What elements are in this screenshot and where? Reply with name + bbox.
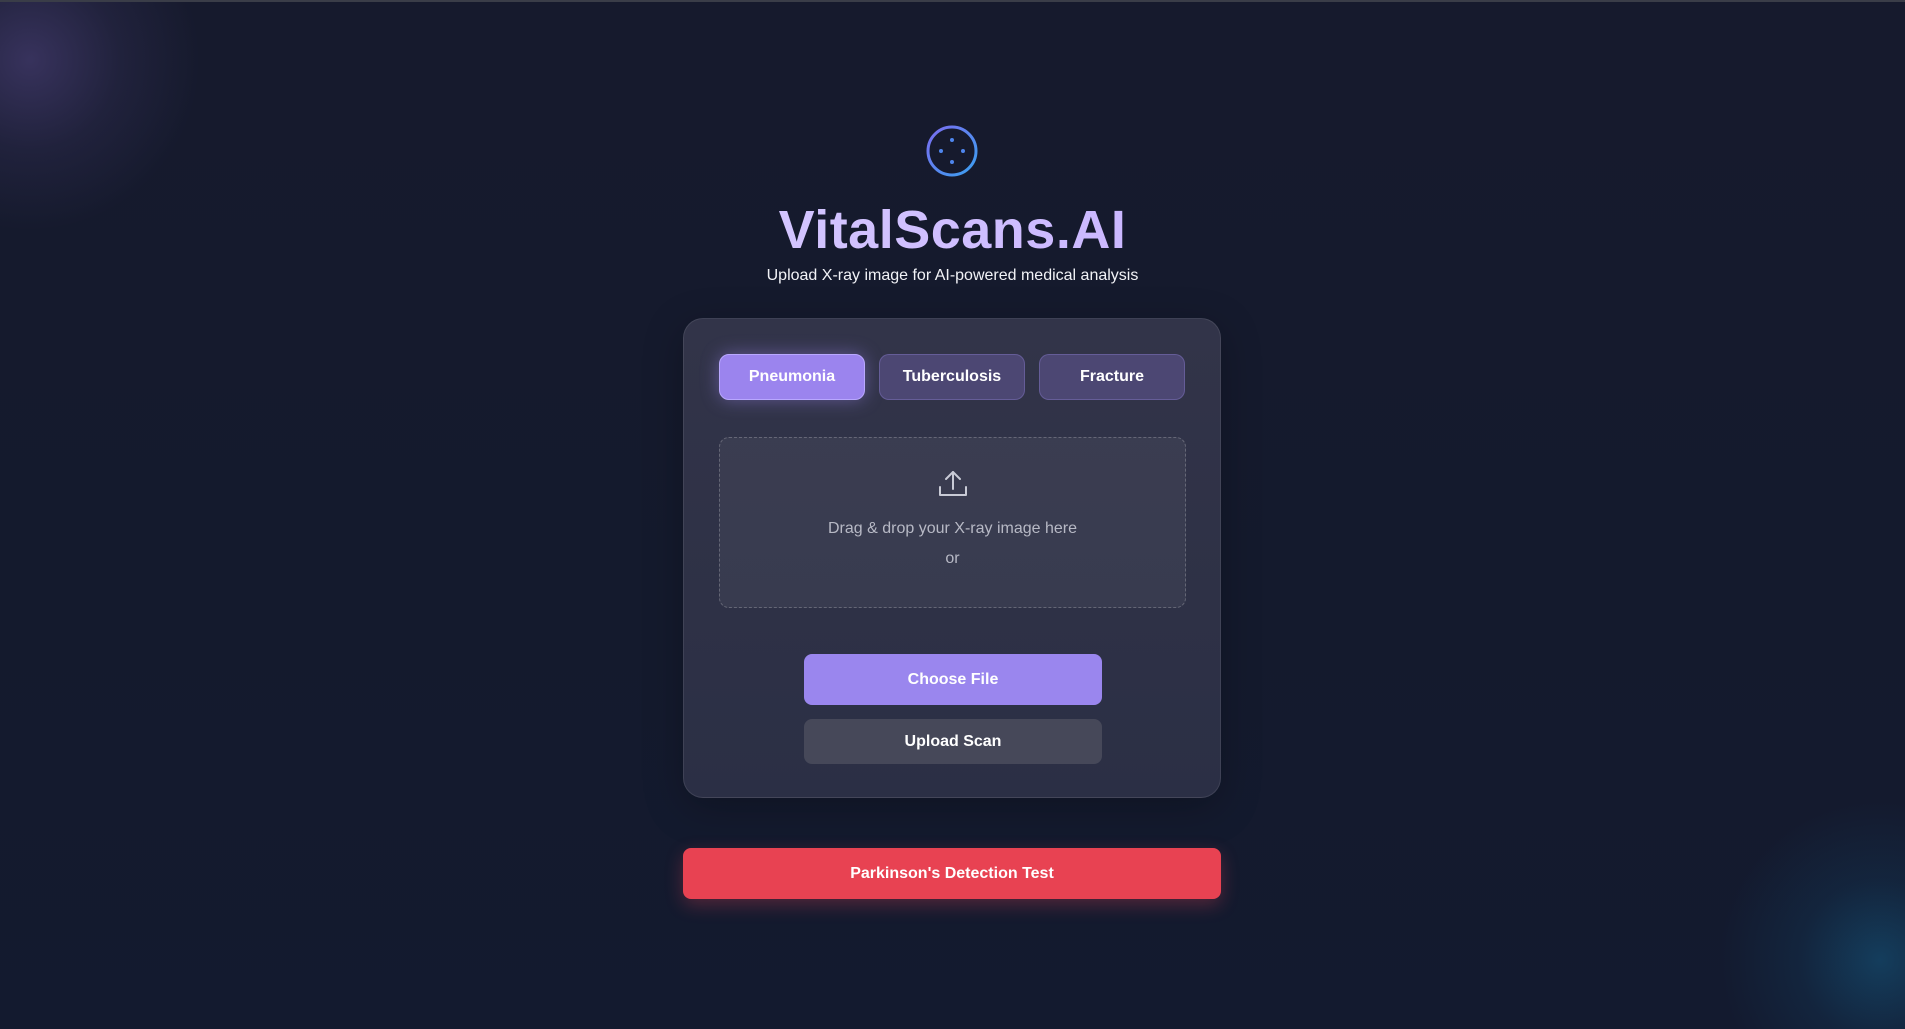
parkinsons-test-button[interactable]: Parkinson's Detection Test [683, 848, 1221, 899]
tab-fracture[interactable]: Fracture [1039, 354, 1185, 400]
scan-target-icon [926, 125, 978, 177]
app-title: VitalScans.AI [0, 198, 1905, 262]
upload-scan-button[interactable]: Upload Scan [804, 719, 1102, 764]
page: VitalScans.AI Upload X-ray image for AI-… [0, 0, 1905, 1029]
dropzone-or: or [945, 550, 960, 567]
upload-card: Pneumonia Tuberculosis Fracture Drag & d… [683, 318, 1221, 798]
tab-pneumonia[interactable]: Pneumonia [719, 354, 865, 400]
dropzone[interactable]: Drag & drop your X-ray image here or [719, 437, 1186, 608]
choose-file-button[interactable]: Choose File [804, 654, 1102, 705]
app-subtitle: Upload X-ray image for AI-powered medica… [766, 267, 1139, 284]
upload-icon [939, 471, 967, 496]
tab-tuberculosis[interactable]: Tuberculosis [879, 354, 1025, 400]
top-border [0, 0, 1905, 2]
dropzone-text: Drag & drop your X-ray image here [828, 520, 1077, 537]
